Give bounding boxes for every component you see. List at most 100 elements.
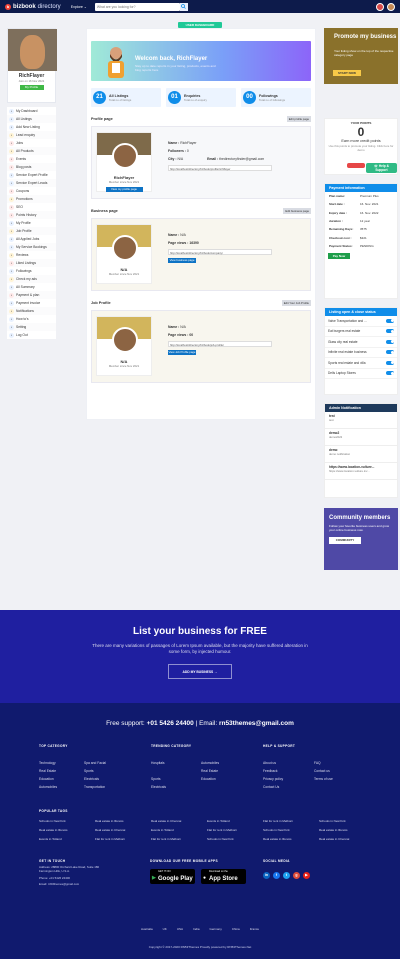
footer-link[interactable]: Education [201, 777, 219, 785]
sidebar-item[interactable]: • Promotions [7, 195, 56, 203]
sidebar-item[interactable]: • Check my ads [7, 275, 56, 283]
edit-profile-page-button[interactable]: Edit profile page [286, 116, 311, 122]
country-link[interactable]: Germany [210, 927, 222, 931]
footer-link[interactable]: Real Estate [201, 769, 219, 777]
footer-link[interactable]: Spa and Facial [84, 761, 106, 769]
popular-tag-link[interactable]: Real estate in Illunois [95, 819, 147, 827]
sidebar-item[interactable]: • Setting [7, 323, 56, 331]
view-profile-button[interactable]: View my profile page [105, 187, 143, 192]
country-link[interactable]: India [193, 927, 200, 931]
footer-link[interactable]: FAQ [314, 761, 333, 769]
sidebar-item[interactable]: • All Products [7, 147, 56, 155]
buy-points-button[interactable] [347, 163, 365, 168]
popular-tag-link[interactable]: Events in Tolland [207, 819, 259, 827]
status-toggle[interactable] [386, 329, 394, 334]
sidebar-item[interactable]: • All Listings [7, 115, 56, 123]
sidebar-item[interactable]: • Reviews [7, 251, 56, 259]
footer-link[interactable]: Terms of use [314, 777, 333, 785]
sidebar-item[interactable]: • My Service Bookings [7, 243, 56, 251]
sidebar-item[interactable]: • All Applied Jobs [7, 235, 56, 243]
country-link[interactable]: Australia [141, 927, 153, 931]
sidebar-item[interactable]: • Jobs [7, 139, 56, 147]
explore-menu[interactable]: Explore ⌄ [71, 5, 87, 9]
linkedin-icon[interactable]: in [263, 872, 270, 879]
footer-link[interactable]: Technology [39, 761, 68, 769]
my-profile-button[interactable]: My Profile [19, 85, 44, 90]
popular-tag-link[interactable]: Events in Tolland [39, 837, 91, 845]
footer-link[interactable]: Feedback [263, 769, 295, 777]
status-toggle[interactable] [386, 339, 394, 344]
sidebar-item[interactable]: • Log Out [7, 331, 56, 339]
pay-now-button[interactable]: Pay Now [328, 253, 350, 260]
popular-tag-link[interactable]: Real estate in Chennai [319, 837, 371, 845]
country-link[interactable]: China [232, 927, 240, 931]
add-my-business-button[interactable]: ADD MY BUSINESS → [168, 664, 232, 679]
popular-tag-link[interactable]: Flat for rent in Melborn [151, 837, 203, 845]
popular-tag-link[interactable]: Flat for rent in Melborn [207, 828, 259, 836]
footer-link[interactable]: Electricals [151, 785, 191, 793]
sidebar-item[interactable]: • How to's [7, 315, 56, 323]
popular-tag-link[interactable]: Schools in NewYork [39, 819, 91, 827]
sidebar-item[interactable]: • My Dashboard [7, 107, 56, 115]
notification-item[interactable]: https://www.location-vulture... https://w… [325, 463, 397, 480]
support-email[interactable]: rn53themes@gmail.com [219, 720, 294, 727]
popular-tag-link[interactable]: Schools in NewYork [207, 837, 259, 845]
stat-card[interactable]: 00 Followings Total no of followings [241, 88, 311, 107]
sidebar-item[interactable]: • Points History [7, 211, 56, 219]
popular-tag-link[interactable]: Real estate in Illunois [263, 837, 315, 845]
googleplus-icon[interactable]: g [293, 872, 300, 879]
start-now-button[interactable]: START NOW [333, 70, 361, 76]
sidebar-item[interactable]: • Payment & plan [7, 291, 56, 299]
sidebar-item[interactable]: • All Summary [7, 283, 56, 291]
country-link[interactable]: UK [163, 927, 167, 931]
search-input[interactable] [94, 2, 180, 11]
search-button[interactable] [179, 2, 188, 11]
notification-avatar[interactable] [376, 2, 384, 11]
status-toggle[interactable] [386, 318, 394, 323]
user-avatar[interactable] [387, 2, 395, 11]
footer-link[interactable]: Transportation [84, 785, 106, 793]
sidebar-item[interactable]: • Blog posts [7, 163, 56, 171]
footer-link[interactable]: Hospitals [151, 761, 191, 769]
business-url-field[interactable]: http://localhost/directory/bizbook/compa… [168, 249, 272, 255]
sidebar-item[interactable]: • SEO [7, 203, 56, 211]
earn-credits-link[interactable]: Earn more credit points [325, 139, 397, 143]
sidebar-item[interactable]: • My Profile [7, 219, 56, 227]
sidebar-item[interactable]: • Job Profile [7, 227, 56, 235]
popular-tag-link[interactable]: Real estate in Chennai [151, 819, 203, 827]
job-url-field[interactable]: http://localhost/directory/bizbook/job-p… [168, 341, 272, 347]
status-toggle[interactable] [386, 371, 394, 376]
popular-tag-link[interactable]: Schools in NewYork [319, 819, 371, 827]
popular-tag-link[interactable]: Schools in NewYork [263, 828, 315, 836]
sidebar-item[interactable]: • Service Expert Profile [7, 171, 56, 179]
support-phone[interactable]: +01 5426 24400 [147, 720, 194, 727]
sidebar-item[interactable]: • Coupons [7, 187, 56, 195]
sidebar-item[interactable]: • Service Expert Leads [7, 179, 56, 187]
footer-link[interactable]: Privacy policy [263, 777, 295, 785]
facebook-icon[interactable]: f [273, 872, 280, 879]
popular-tag-link[interactable]: Events in Tolland [151, 828, 203, 836]
footer-link[interactable] [201, 785, 219, 793]
popular-tag-link[interactable]: Real estate in Illunois [319, 828, 371, 836]
sidebar-item[interactable]: • Followings [7, 267, 56, 275]
footer-link[interactable]: Contact us [314, 769, 333, 777]
status-toggle[interactable] [386, 350, 394, 355]
edit-job-profile-button[interactable]: Edit Your Job Profile [281, 300, 311, 306]
footer-link[interactable]: Education [39, 777, 68, 785]
footer-link[interactable]: Real Estate [39, 769, 68, 777]
community-button[interactable]: COMMUNITY [329, 536, 361, 544]
youtube-icon[interactable]: ▶ [303, 872, 310, 879]
popular-tag-link[interactable]: Flat for rent in Melborn [95, 837, 147, 845]
edit-business-page-button[interactable]: Edit business page [283, 208, 311, 214]
country-link[interactable]: USA [177, 927, 183, 931]
footer-link[interactable]: Electricals [84, 777, 106, 785]
stat-card[interactable]: 01 Enquiries Total no of enquiry [166, 88, 236, 107]
footer-link[interactable]: Automobiles [201, 761, 219, 769]
footer-link[interactable]: Sports [151, 777, 191, 785]
sidebar-item[interactable]: • Payment invoice [7, 299, 56, 307]
sidebar-item[interactable]: • Liked Listings [7, 259, 56, 267]
footer-link[interactable]: Contact Us [263, 785, 295, 793]
footer-link[interactable] [151, 769, 191, 777]
app-store-button[interactable]: Download on the App Store ● [201, 869, 246, 884]
view-job-button[interactable]: View Job Profile page [168, 350, 196, 355]
